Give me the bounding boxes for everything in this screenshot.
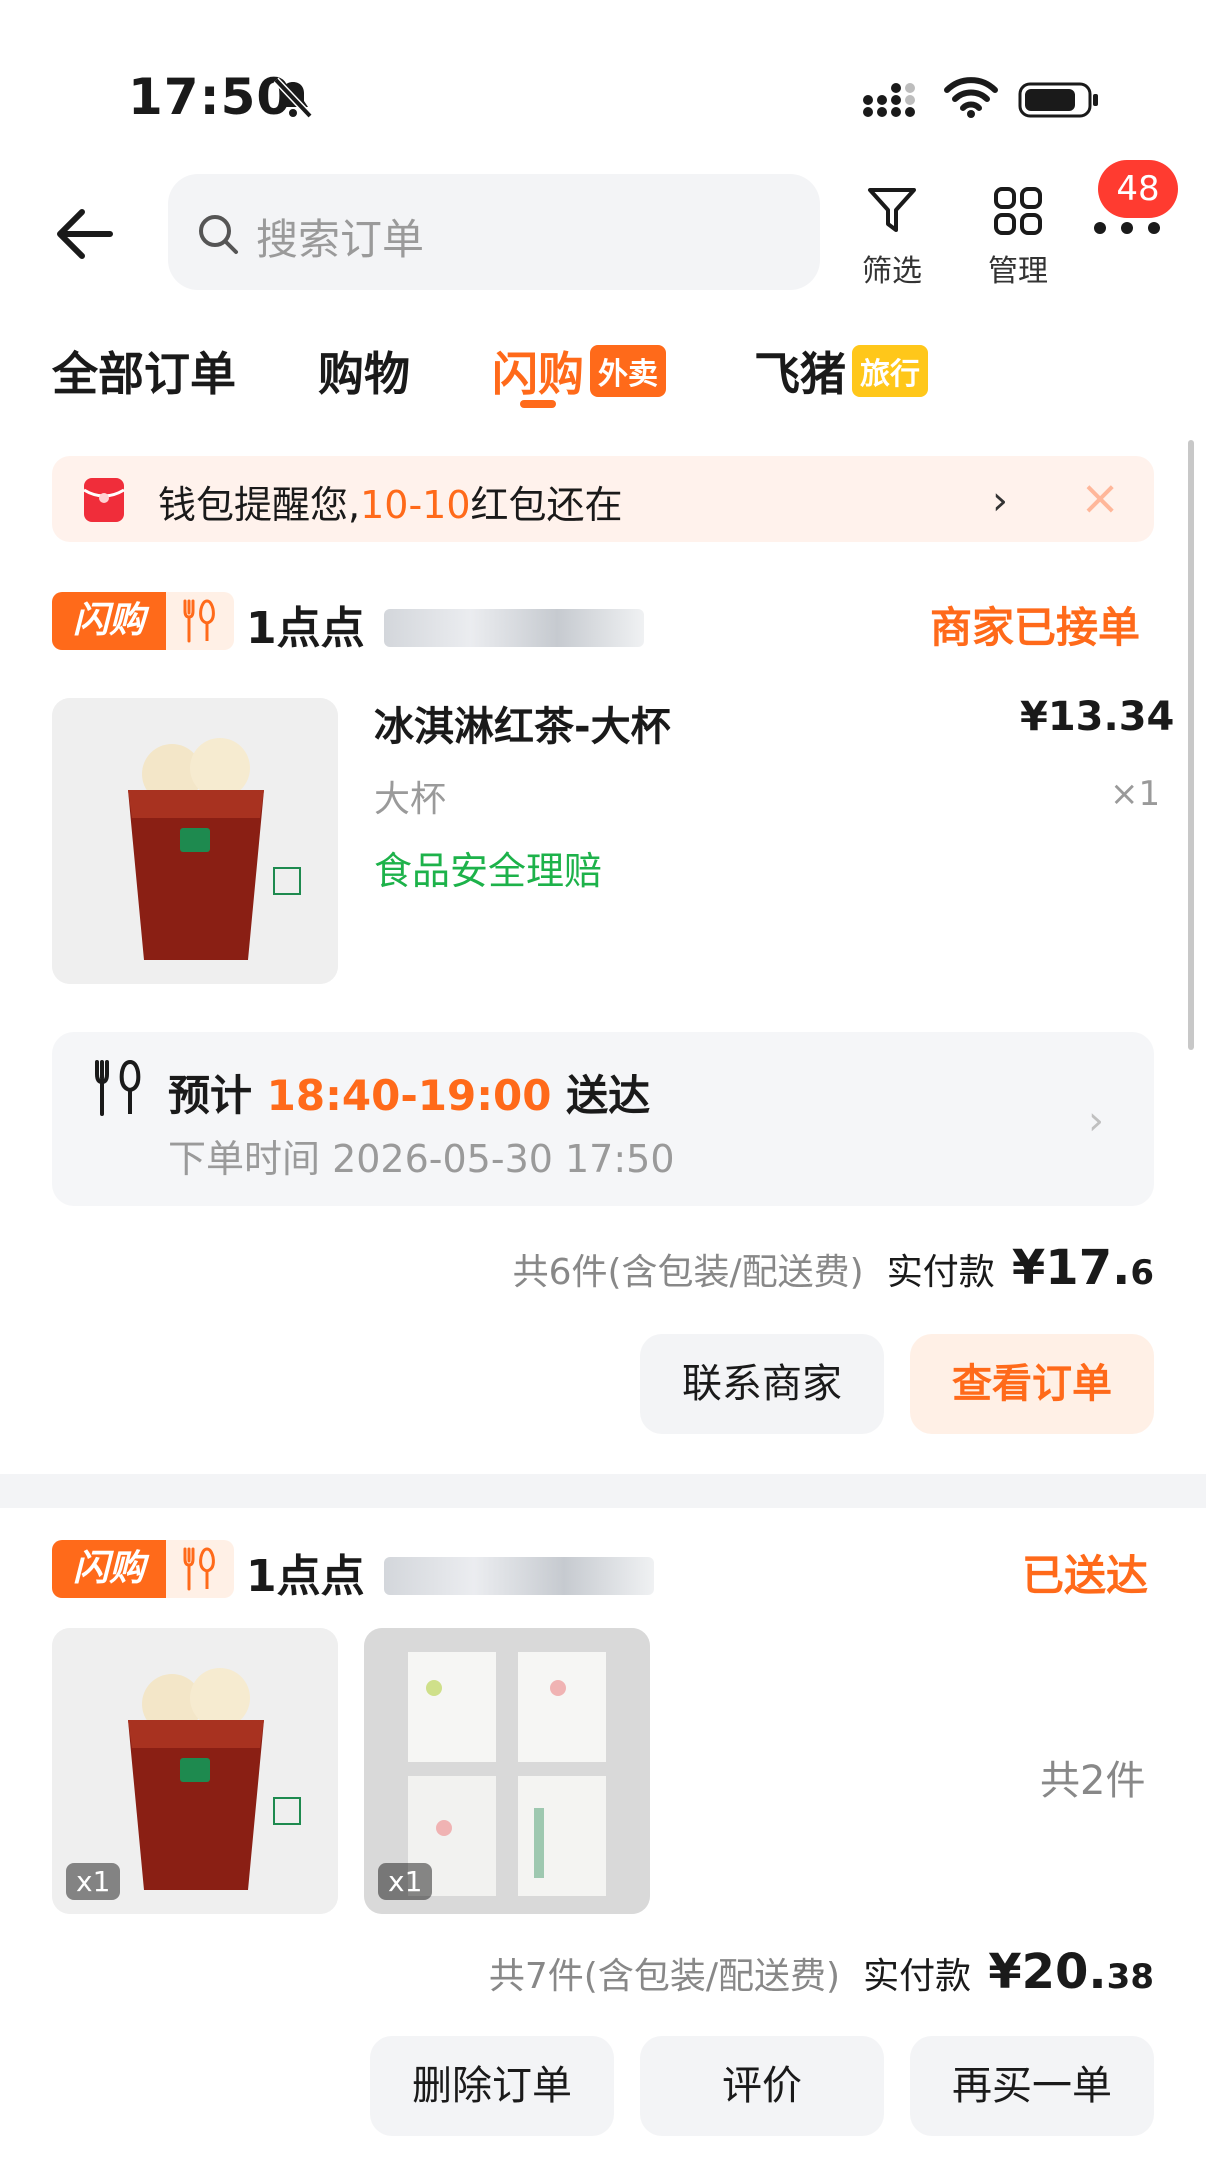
utensils-icon xyxy=(183,1547,215,1591)
eta-suffix: 送达 xyxy=(566,1071,651,1120)
product-thumbnail[interactable] xyxy=(52,698,338,984)
order-status: 已送达 xyxy=(1022,1551,1149,1600)
buy-again-button[interactable]: 再买一单 xyxy=(910,2036,1154,2136)
manage-label: 管理 xyxy=(988,254,1048,289)
status-time: 17:50 xyxy=(128,68,293,126)
funnel-icon xyxy=(868,188,916,232)
paid-label: 实付款 xyxy=(886,1252,995,1293)
redacted-store-branch xyxy=(383,1557,654,1595)
product-thumbnail[interactable]: x1 xyxy=(364,1628,650,1914)
store-name: 1点点 xyxy=(246,1551,365,1602)
banner-prefix: 钱包提醒您, xyxy=(158,483,361,527)
tab-tag-travel: 旅行 xyxy=(852,345,928,397)
filter-button[interactable]: 筛选 xyxy=(842,186,942,290)
cellular-signal-icon xyxy=(863,83,915,117)
utensils-icon xyxy=(95,1060,141,1116)
eta-prefix: 预计 xyxy=(168,1071,253,1120)
tab-label: 全部订单 xyxy=(52,347,236,401)
tab-shangou[interactable]: 闪购 外卖 xyxy=(492,338,666,404)
item-name[interactable]: 冰淇淋红茶-大杯 xyxy=(374,694,671,752)
tab-label: 购物 xyxy=(318,347,410,401)
search-bar[interactable]: 搜索订单 xyxy=(168,174,820,290)
scrollbar[interactable] xyxy=(1188,440,1194,1050)
battery-icon xyxy=(1018,82,1098,118)
shangou-store-badge: 闪购 xyxy=(52,1540,234,1598)
tab-tag-takeout: 外卖 xyxy=(590,345,666,397)
paid-decimal: 38 xyxy=(1106,1957,1154,1997)
close-icon[interactable]: × xyxy=(1080,470,1120,526)
store-header[interactable]: 1点点 xyxy=(246,592,644,656)
paid-main: ¥20. xyxy=(988,1944,1107,2000)
filter-label: 筛选 xyxy=(862,254,922,289)
summary-text: 共6件(含包装/配送费) xyxy=(512,1252,864,1293)
item-spec: 大杯 xyxy=(374,779,447,820)
view-order-button[interactable]: 查看订单 xyxy=(910,1334,1154,1434)
paid-amount: ¥20.38 xyxy=(988,1944,1154,2000)
order-summary: 共6件(含包装/配送费) 实付款 ¥17.6 xyxy=(513,1240,1154,1296)
tab-feizhu[interactable]: 飞猪 旅行 xyxy=(754,338,928,404)
store-header[interactable]: 1点点 xyxy=(246,1540,654,1604)
search-placeholder: 搜索订单 xyxy=(256,215,425,264)
badge-label: 闪购 xyxy=(52,1540,166,1598)
order-summary: 共7件(含包装/配送费) 实付款 ¥20.38 xyxy=(489,1944,1154,2000)
banner-suffix: 红包还在 xyxy=(470,483,623,527)
item-quantity: ×1 xyxy=(1110,774,1161,814)
chevron-right-icon[interactable]: › xyxy=(992,478,1008,524)
store-name: 1点点 xyxy=(246,603,365,654)
manage-button[interactable]: 管理 xyxy=(968,186,1068,290)
delete-order-button[interactable]: 删除订单 xyxy=(370,2036,614,2136)
paid-main: ¥17. xyxy=(1011,1240,1131,1296)
bell-muted-icon xyxy=(273,77,313,119)
tab-shopping[interactable]: 购物 xyxy=(318,338,410,404)
red-envelope-icon xyxy=(83,478,125,522)
utensils-icon xyxy=(183,599,215,643)
banner-highlight: 10-10 xyxy=(360,483,471,527)
banner-text: 钱包提醒您,10-10红包还在 xyxy=(158,474,623,529)
iced-tea-image xyxy=(52,698,338,984)
eta-text: 预计 18:40-19:00 送达 xyxy=(168,1062,650,1123)
thumb-quantity: x1 xyxy=(66,1863,121,1900)
order-status: 商家已接单 xyxy=(930,603,1141,652)
back-arrow-icon[interactable] xyxy=(52,206,116,262)
product-thumbnail[interactable]: x1 xyxy=(52,1628,338,1914)
contact-merchant-button[interactable]: 联系商家 xyxy=(640,1334,884,1434)
active-tab-indicator xyxy=(520,400,556,408)
eta-window: 18:40-19:00 xyxy=(266,1071,552,1120)
thumb-quantity: x1 xyxy=(378,1863,433,1900)
paid-amount: ¥17.6 xyxy=(1012,1240,1154,1296)
wifi-icon xyxy=(944,77,998,118)
order-time: 下单时间 2026-05-30 17:50 xyxy=(168,1137,675,1181)
shangou-store-badge: 闪购 xyxy=(52,592,234,650)
tab-label: 飞猪 xyxy=(754,347,846,401)
search-icon xyxy=(199,215,238,254)
redacted-store-branch xyxy=(383,609,644,647)
badge-label: 闪购 xyxy=(52,592,166,650)
grid-icon xyxy=(994,187,1042,235)
item-count: 共2件 xyxy=(1040,1758,1146,1804)
wallet-reminder-banner[interactable]: 钱包提醒您,10-10红包还在 › × xyxy=(52,456,1154,542)
item-price: ¥13.34 xyxy=(1020,694,1175,740)
chevron-right-icon: › xyxy=(1088,1098,1104,1144)
delivery-eta-card[interactable]: 预计 18:40-19:00 送达 下单时间 2026-05-30 17:50 … xyxy=(52,1032,1154,1206)
summary-text: 共7件(含包装/配送费) xyxy=(488,1956,841,1997)
food-safety-claim[interactable]: 食品安全理赔 xyxy=(374,840,602,895)
notification-badge: 48 xyxy=(1098,160,1178,218)
review-button[interactable]: 评价 xyxy=(640,2036,884,2136)
paid-label: 实付款 xyxy=(863,1956,972,1997)
section-divider xyxy=(0,1474,1206,1508)
tab-label: 闪购 xyxy=(492,347,584,401)
tab-all-orders[interactable]: 全部订单 xyxy=(52,338,236,404)
paid-decimal: 6 xyxy=(1130,1253,1154,1293)
